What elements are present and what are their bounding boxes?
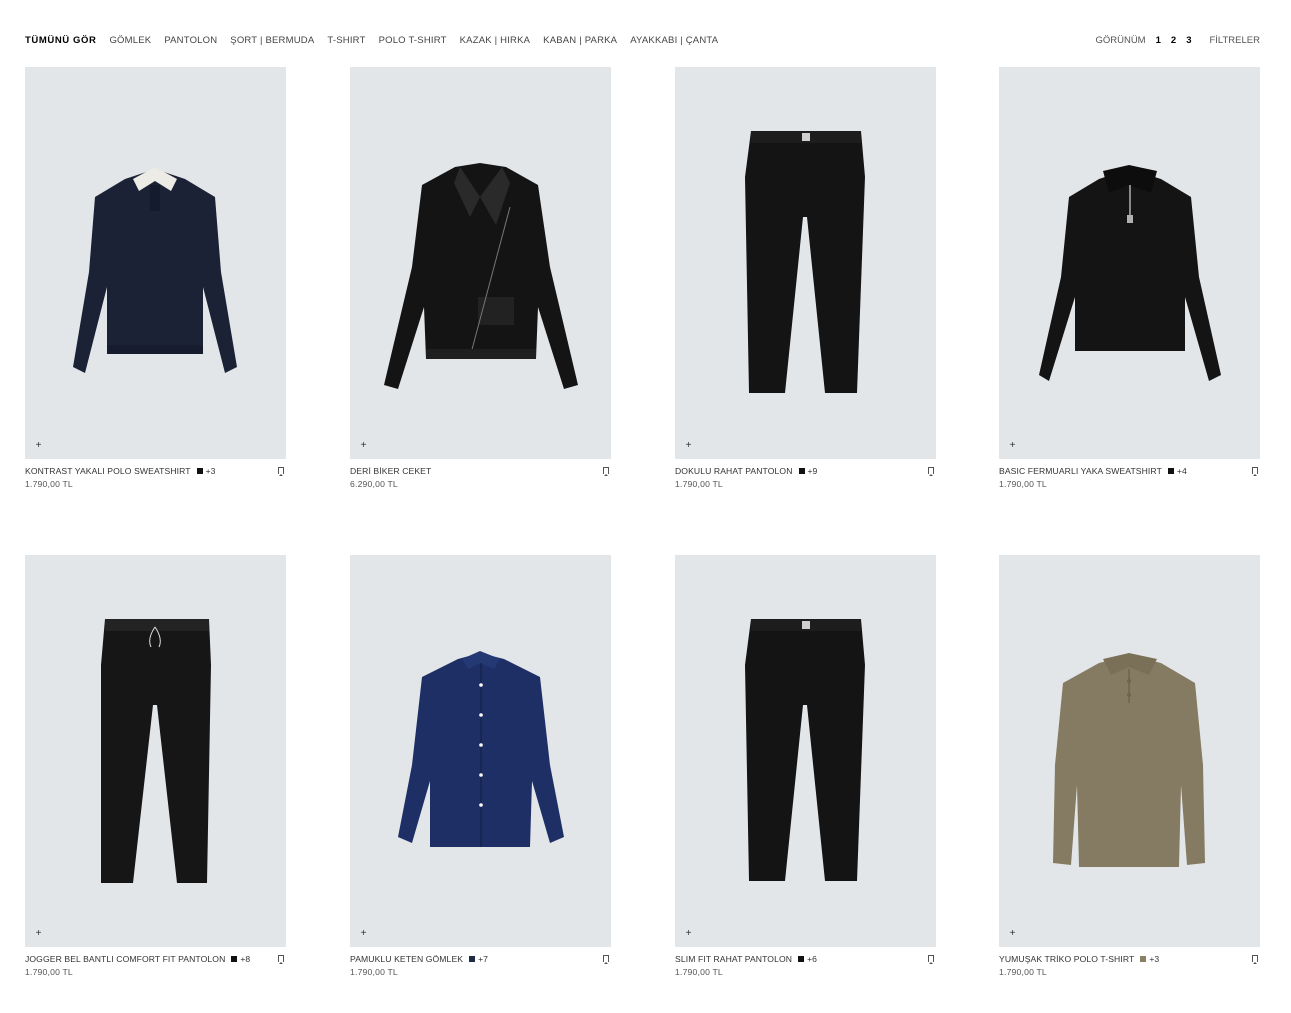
view-label: GÖRÜNÜM bbox=[1095, 35, 1146, 46]
category-trousers[interactable]: PANTOLON bbox=[164, 35, 217, 47]
add-to-cart-plus-icon[interactable]: + bbox=[359, 929, 368, 939]
bookmark-icon[interactable] bbox=[1252, 955, 1258, 964]
add-to-cart-plus-icon[interactable]: + bbox=[359, 441, 368, 451]
product-name[interactable]: JOGGER BEL BANTLI COMFORT FIT PANTOLON bbox=[25, 954, 225, 965]
product-name[interactable]: BASIC FERMUARLI YAKA SWEATSHIRT bbox=[999, 466, 1162, 477]
product-name-row: YUMUŞAK TRİKO POLO T-SHIRT +3 bbox=[999, 953, 1260, 965]
product-name[interactable]: YUMUŞAK TRİKO POLO T-SHIRT bbox=[999, 954, 1134, 965]
more-colors-count[interactable]: +6 bbox=[807, 954, 817, 965]
category-polo[interactable]: POLO T-SHIRT bbox=[379, 35, 447, 47]
product-price: 1.790,00 TL bbox=[675, 967, 723, 977]
product-price: 1.790,00 TL bbox=[25, 967, 73, 977]
product-image-yumusak-triko-polo[interactable]: + bbox=[999, 555, 1260, 947]
product-image-pamuklu-keten-gomlek[interactable]: + bbox=[350, 555, 611, 947]
product-name[interactable]: SLIM FIT RAHAT PANTOLON bbox=[675, 954, 792, 965]
color-swatch[interactable] bbox=[196, 468, 203, 474]
product-name-row: PAMUKLU KETEN GÖMLEK +7 bbox=[350, 953, 611, 965]
product-image-kontrast-polo-sweatshirt[interactable]: + bbox=[25, 67, 286, 459]
more-colors-count[interactable]: +7 bbox=[478, 954, 488, 965]
product-name-row: DOKULU RAHAT PANTOLON +9 bbox=[675, 465, 936, 477]
product-image-dokulu-rahat-pantolon[interactable]: + bbox=[675, 67, 936, 459]
product-name-row: KONTRAST YAKALI POLO SWEATSHIRT +3 bbox=[25, 465, 286, 477]
bookmark-icon[interactable] bbox=[603, 955, 609, 964]
product-price: 1.790,00 TL bbox=[350, 967, 398, 977]
add-to-cart-plus-icon[interactable]: + bbox=[34, 929, 43, 939]
view-option-3[interactable]: 3 bbox=[1186, 35, 1191, 47]
category-outerwear[interactable]: KABAN | PARKA bbox=[543, 35, 617, 47]
category-tshirt[interactable]: T-SHIRT bbox=[327, 35, 365, 47]
filters-button[interactable]: FİLTRELER bbox=[1209, 35, 1260, 47]
more-colors-count[interactable]: +4 bbox=[1177, 466, 1187, 477]
product-image-deri-biker-ceket[interactable]: + bbox=[350, 67, 611, 459]
color-swatch[interactable] bbox=[231, 956, 238, 962]
category-all[interactable]: TÜMÜNÜ GÖR bbox=[25, 35, 96, 47]
color-swatch[interactable] bbox=[469, 956, 476, 962]
product-price: 6.290,00 TL bbox=[350, 479, 398, 489]
category-shirt[interactable]: GÖMLEK bbox=[109, 35, 151, 47]
product-name[interactable]: KONTRAST YAKALI POLO SWEATSHIRT bbox=[25, 466, 191, 477]
more-colors-count[interactable]: +9 bbox=[808, 466, 818, 477]
add-to-cart-plus-icon[interactable]: + bbox=[684, 929, 693, 939]
category-shorts[interactable]: ŞORT | BERMUDA bbox=[230, 35, 314, 47]
product-name-row: JOGGER BEL BANTLI COMFORT FIT PANTOLON +8 bbox=[25, 953, 286, 965]
product-image-slim-fit-pantolon[interactable]: + bbox=[675, 555, 936, 947]
bookmark-icon[interactable] bbox=[278, 955, 284, 964]
product-price: 1.790,00 TL bbox=[675, 479, 723, 489]
product-name-row: DERİ BİKER CEKET bbox=[350, 465, 611, 477]
product-price: 1.790,00 TL bbox=[999, 479, 1047, 489]
more-colors-count[interactable]: +3 bbox=[206, 466, 216, 477]
bookmark-icon[interactable] bbox=[278, 467, 284, 476]
more-colors-count[interactable]: +8 bbox=[240, 954, 250, 965]
view-controls: GÖRÜNÜM 1 2 3 FİLTRELER bbox=[1095, 35, 1260, 47]
add-to-cart-plus-icon[interactable]: + bbox=[1008, 441, 1017, 451]
product-price: 1.790,00 TL bbox=[999, 967, 1047, 977]
product-name[interactable]: DOKULU RAHAT PANTOLON bbox=[675, 466, 793, 477]
category-shoes-bags[interactable]: AYAKKABI | ÇANTA bbox=[630, 35, 718, 47]
view-option-2[interactable]: 2 bbox=[1171, 35, 1176, 47]
color-swatch[interactable] bbox=[798, 468, 805, 474]
color-swatch[interactable] bbox=[798, 956, 805, 962]
view-option-1[interactable]: 1 bbox=[1156, 35, 1161, 47]
product-price: 1.790,00 TL bbox=[25, 479, 73, 489]
bookmark-icon[interactable] bbox=[1252, 467, 1258, 476]
color-swatch[interactable] bbox=[1167, 468, 1174, 474]
top-navigation: TÜMÜNÜ GÖR GÖMLEK PANTOLON ŞORT | BERMUD… bbox=[25, 35, 1260, 49]
product-name-row: SLIM FIT RAHAT PANTOLON +6 bbox=[675, 953, 936, 965]
bookmark-icon[interactable] bbox=[603, 467, 609, 476]
product-name[interactable]: DERİ BİKER CEKET bbox=[350, 466, 431, 477]
product-image-jogger-pantolon[interactable]: + bbox=[25, 555, 286, 947]
product-name[interactable]: PAMUKLU KETEN GÖMLEK bbox=[350, 954, 463, 965]
color-swatch[interactable] bbox=[1140, 956, 1147, 962]
bookmark-icon[interactable] bbox=[928, 467, 934, 476]
product-image-basic-fermuarli-sweatshirt[interactable]: + bbox=[999, 67, 1260, 459]
add-to-cart-plus-icon[interactable]: + bbox=[34, 441, 43, 451]
product-name-row: BASIC FERMUARLI YAKA SWEATSHIRT +4 bbox=[999, 465, 1260, 477]
add-to-cart-plus-icon[interactable]: + bbox=[684, 441, 693, 451]
more-colors-count[interactable]: +3 bbox=[1149, 954, 1159, 965]
add-to-cart-plus-icon[interactable]: + bbox=[1008, 929, 1017, 939]
category-nav: TÜMÜNÜ GÖR GÖMLEK PANTOLON ŞORT | BERMUD… bbox=[25, 35, 731, 47]
category-knitwear[interactable]: KAZAK | HIRKA bbox=[460, 35, 531, 47]
bookmark-icon[interactable] bbox=[928, 955, 934, 964]
